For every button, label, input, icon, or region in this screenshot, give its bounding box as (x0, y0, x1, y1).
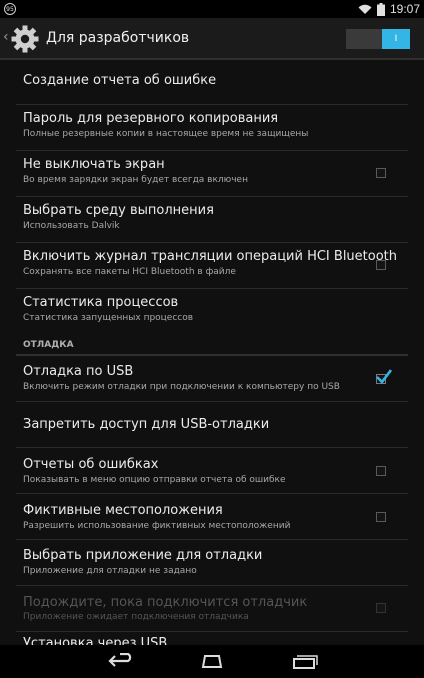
list-item-mock-locations[interactable]: Фиктивные местоположения Разрешить испол… (16, 494, 408, 540)
item-subtitle: Включить режим отладки при подключении к… (23, 382, 340, 392)
item-subtitle: Разрешить использование фиктивных местоп… (23, 521, 291, 531)
hci-bluetooth-checkbox[interactable] (376, 260, 386, 270)
item-subtitle: Полные резервные копии в настоящее время… (23, 129, 309, 139)
page-title: Для разработчиков (46, 30, 190, 46)
wifi-icon (358, 4, 372, 14)
item-subtitle: Сохранять все пакеты HCI Bluetooth в фай… (23, 267, 236, 277)
item-subtitle: Статистика запущенных процессов (23, 313, 194, 323)
list-item-revoke-usb-auth[interactable]: Запретить доступ для USB-отладки (16, 402, 408, 448)
mock-locations-checkbox[interactable] (376, 512, 386, 522)
list-item-bug-report-shortcut[interactable]: Отчеты об ошибках Показывать в меню опци… (16, 448, 408, 494)
notification-badge-icon: 95 (4, 3, 16, 15)
recents-icon[interactable] (292, 655, 318, 669)
up-chevron-icon[interactable]: ‹ (3, 29, 9, 45)
section-header-debugging: ОТЛАДКА (16, 334, 408, 356)
item-subtitle: Приложение для отладки не задано (23, 566, 197, 576)
checkmark-icon (376, 369, 392, 384)
bug-report-shortcut-checkbox[interactable] (376, 466, 386, 476)
item-title: Не выключать экран (23, 157, 165, 172)
item-subtitle: Показывать в меню опцию отправки отчета … (23, 475, 286, 485)
item-title: Подождите, пока подключится отладчик (23, 595, 308, 610)
status-bar: 95 19:07 (0, 0, 424, 18)
item-title: Фиктивные местоположения (23, 503, 223, 518)
item-title: Запретить доступ для USB-отладки (23, 417, 270, 432)
list-item-process-stats[interactable]: Статистика процессов Статистика запущенн… (16, 289, 408, 334)
navigation-bar (0, 645, 424, 678)
action-bar: ‹ Для разработчиков I (0, 18, 424, 60)
item-title: Пароль для резервного копирования (23, 111, 279, 126)
list-item-bug-report[interactable]: Создание отчета об ошибке (16, 60, 408, 105)
wait-for-debugger-checkbox (376, 603, 386, 613)
list-item-install-via-usb[interactable]: Установка через USB (16, 632, 408, 645)
settings-list[interactable]: Создание отчета об ошибке Пароль для рез… (0, 60, 424, 645)
developer-options-toggle[interactable]: I (346, 29, 410, 49)
section-header-label: ОТЛАДКА (23, 340, 74, 350)
item-title: Статистика процессов (23, 295, 179, 310)
list-item-debug-app[interactable]: Выбрать приложение для отладки Приложени… (16, 540, 408, 586)
item-subtitle: Приложение ожидает подключения отладчика (23, 612, 249, 622)
list-item-backup-password[interactable]: Пароль для резервного копирования Полные… (16, 105, 408, 151)
stay-awake-checkbox[interactable] (376, 168, 386, 178)
usb-debugging-checkbox[interactable] (376, 369, 392, 384)
item-title: Установка через USB (23, 636, 168, 645)
item-subtitle: Использовать Dalvik (23, 221, 120, 231)
list-item-wait-for-debugger: Подождите, пока подключится отладчик При… (16, 586, 408, 632)
status-icons: 19:07 (358, 2, 420, 16)
toggle-knob: I (382, 29, 410, 49)
item-title: Выбрать приложение для отладки (23, 548, 263, 563)
item-title: Отладка по USB (23, 364, 134, 379)
home-icon[interactable] (198, 654, 226, 668)
item-title: Отчеты об ошибках (23, 457, 159, 472)
list-item-hci-bluetooth-log[interactable]: Включить журнал трансляции операций HCI … (16, 243, 408, 289)
item-title: Выбрать среду выполнения (23, 203, 214, 218)
back-icon[interactable] (108, 653, 136, 669)
battery-icon (376, 2, 385, 16)
item-subtitle: Во время зарядки экран будет всегда вклю… (23, 175, 248, 185)
item-title: Включить журнал трансляции операций HCI … (23, 249, 398, 264)
clock: 19:07 (389, 2, 420, 16)
list-item-usb-debugging[interactable]: Отладка по USB Включить режим отладки пр… (16, 356, 408, 402)
settings-gear-icon[interactable] (10, 24, 40, 54)
item-title: Создание отчета об ошибке (23, 73, 217, 88)
list-item-stay-awake[interactable]: Не выключать экран Во время зарядки экра… (16, 151, 408, 197)
list-item-runtime[interactable]: Выбрать среду выполнения Использовать Da… (16, 197, 408, 243)
